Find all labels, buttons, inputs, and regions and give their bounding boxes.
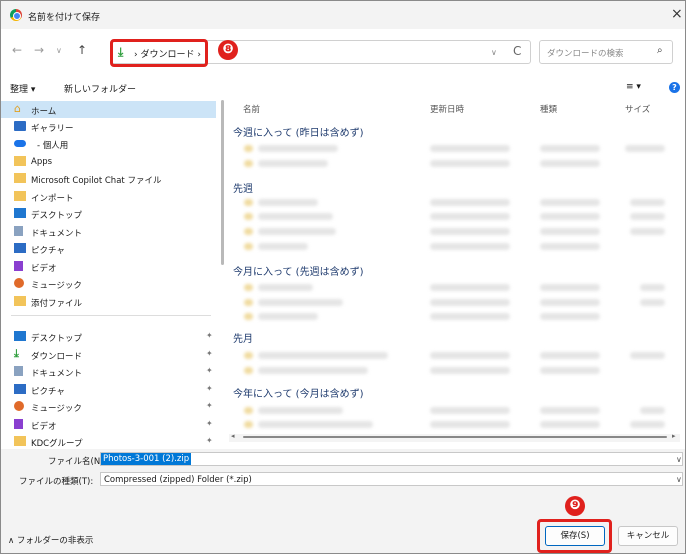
- search-icon[interactable]: ⌕: [657, 45, 663, 56]
- onedrive-icon: [14, 140, 26, 147]
- column-type[interactable]: 種類: [540, 103, 557, 115]
- folder-icon: [14, 191, 26, 201]
- scroll-right-icon[interactable]: ▸: [672, 432, 676, 440]
- horizontal-scroll-thumb[interactable]: [243, 436, 667, 438]
- organize-button[interactable]: 整理 ▾: [10, 82, 35, 95]
- document-icon: [14, 366, 23, 376]
- filename-label: ファイル名(N):: [48, 457, 107, 467]
- gallery-icon: [14, 121, 26, 131]
- cancel-button[interactable]: キャンセル: [618, 526, 678, 546]
- pin-icon[interactable]: ✦: [206, 366, 213, 375]
- sidebar-item-home[interactable]: ⌂ ホーム: [1, 101, 216, 118]
- desktop-icon: [14, 208, 26, 218]
- forward-arrow-icon[interactable]: →: [34, 43, 44, 57]
- column-name[interactable]: 名前: [243, 103, 260, 115]
- save-highlight-box: [537, 519, 612, 553]
- group-this-year[interactable]: 今年に入って (今月は含めず): [233, 385, 363, 400]
- scroll-left-icon[interactable]: ◂: [231, 432, 235, 440]
- quick-item-kdc[interactable]: KDCグループ ✦: [1, 433, 216, 450]
- folder-icon: [14, 436, 26, 446]
- navigation-bar: ← → ∨ ↑ ⤓ › ダウンロード › ∨ C ダウンロードの検索 ⌕: [1, 30, 685, 74]
- filetype-value: Compressed (zipped) Folder (*.zip): [104, 475, 252, 485]
- help-icon[interactable]: ?: [669, 82, 680, 93]
- window-title: 名前を付けて保存: [28, 13, 101, 23]
- quick-item-downloads[interactable]: ⤓ ダウンロード ✦: [1, 346, 216, 363]
- sidebar-item-desktop[interactable]: デスクトップ: [1, 205, 216, 222]
- sidebar-item-onedrive[interactable]: - 個人用: [1, 135, 216, 152]
- title-bar: 名前を付けて保存 ×: [1, 1, 685, 29]
- filetype-dropdown-icon[interactable]: ∨: [676, 475, 682, 484]
- document-icon: [14, 226, 23, 236]
- step-badge-9: ❾: [565, 496, 585, 516]
- download-icon: ⤓: [14, 347, 19, 360]
- pin-icon[interactable]: ✦: [206, 419, 213, 428]
- chrome-icon: [10, 9, 22, 21]
- filetype-label: ファイルの種類(T):: [19, 477, 94, 487]
- sidebar-item-documents[interactable]: ドキュメント: [1, 223, 216, 240]
- sidebar-item-videos[interactable]: ビデオ: [1, 258, 216, 275]
- sidebar-item-copilot[interactable]: Microsoft Copilot Chat ファイル: [1, 170, 216, 187]
- quick-item-documents[interactable]: ドキュメント ✦: [1, 363, 216, 380]
- folder-icon: [14, 156, 26, 166]
- folder-icon: [14, 173, 26, 183]
- desktop-icon: [14, 331, 26, 341]
- filename-dropdown-icon[interactable]: ∨: [676, 455, 682, 464]
- pin-icon[interactable]: ✦: [206, 401, 213, 410]
- step-badge-8: ❽: [218, 40, 238, 60]
- close-button[interactable]: ×: [671, 6, 683, 22]
- pictures-icon: [14, 243, 26, 253]
- quick-item-desktop[interactable]: デスクトップ ✦: [1, 328, 216, 345]
- column-date[interactable]: 更新日時: [430, 103, 464, 115]
- video-icon: [14, 261, 23, 271]
- group-last-week[interactable]: 先週: [233, 180, 253, 195]
- pin-icon[interactable]: ✦: [206, 384, 213, 393]
- pictures-icon: [14, 384, 26, 394]
- sidebar-divider: [11, 315, 211, 316]
- hide-folders-toggle[interactable]: ∧ フォルダーの非表示: [8, 534, 93, 546]
- quick-item-pictures[interactable]: ピクチャ ✦: [1, 381, 216, 398]
- recent-chevron-icon[interactable]: ∨: [56, 46, 62, 55]
- folder-icon: [14, 296, 26, 306]
- pin-icon[interactable]: ✦: [206, 331, 213, 340]
- sidebar-item-attachments[interactable]: 添付ファイル: [1, 293, 216, 310]
- group-this-month[interactable]: 今月に入って (先週は含めず): [233, 263, 363, 278]
- back-arrow-icon[interactable]: ←: [12, 43, 22, 57]
- quick-item-music[interactable]: ミュージック ✦: [1, 398, 216, 415]
- new-folder-button[interactable]: 新しいフォルダー: [64, 82, 136, 95]
- view-options-button[interactable]: ≡ ▾: [626, 82, 641, 92]
- sidebar-item-import[interactable]: インポート: [1, 188, 216, 205]
- sidebar-item-music[interactable]: ミュージック: [1, 275, 216, 292]
- group-last-month[interactable]: 先月: [233, 330, 253, 345]
- pin-icon[interactable]: ✦: [206, 349, 213, 358]
- filename-value[interactable]: Photos-3-001 (2).zip: [101, 453, 192, 465]
- refresh-icon[interactable]: C: [513, 44, 521, 58]
- sidebar-item-apps[interactable]: Apps: [1, 153, 216, 170]
- up-arrow-icon[interactable]: ↑: [77, 43, 87, 57]
- address-dropdown-icon[interactable]: ∨: [491, 48, 497, 57]
- sidebar-item-gallery[interactable]: ギャラリー: [1, 118, 216, 135]
- column-size[interactable]: サイズ: [625, 103, 650, 115]
- music-icon: [14, 278, 24, 288]
- sidebar-scrollbar[interactable]: [221, 100, 224, 265]
- music-icon: [14, 401, 24, 411]
- quick-item-videos[interactable]: ビデオ ✦: [1, 416, 216, 433]
- navigation-pane: ⌂ ホーム ギャラリー - 個人用 Apps Microsoft Copilot…: [1, 98, 220, 450]
- group-this-week[interactable]: 今週に入って (昨日は含めず): [233, 124, 363, 139]
- sidebar-item-pictures[interactable]: ピクチャ: [1, 240, 216, 257]
- toolbar: 整理 ▾ 新しいフォルダー ≡ ▾ ?: [1, 76, 685, 98]
- address-highlight-box: [110, 39, 208, 67]
- search-placeholder: ダウンロードの検索: [547, 49, 624, 59]
- home-icon: ⌂: [14, 102, 21, 115]
- video-icon: [14, 419, 23, 429]
- pin-icon[interactable]: ✦: [206, 436, 213, 445]
